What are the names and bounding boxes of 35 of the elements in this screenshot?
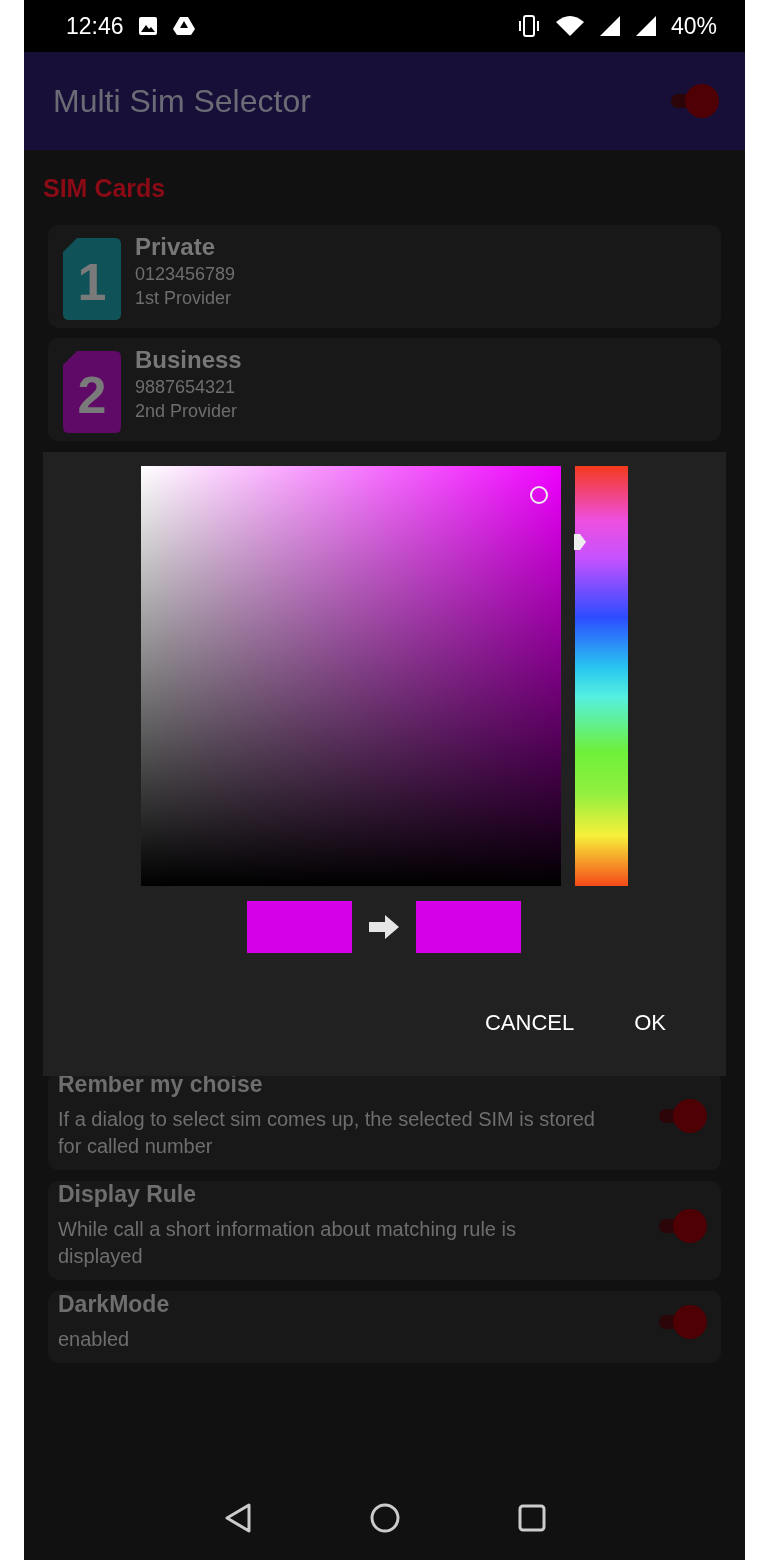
app-title: Multi Sim Selector — [53, 82, 312, 120]
provider-name: 1st Provider — [135, 288, 233, 309]
setting-description: While call a short information about matching rule is displayed — [58, 1217, 517, 1269]
setting-description: enabled — [58, 1327, 131, 1352]
wifi-icon — [554, 14, 585, 38]
phone-number: 0123456789 — [135, 264, 236, 285]
hue-slider[interactable] — [575, 466, 628, 886]
clock: 12:46 — [66, 12, 124, 40]
sim-name: Business — [135, 346, 242, 374]
arrow-right-icon — [368, 914, 400, 940]
setting-title: Rember my choise — [58, 1071, 264, 1098]
setting-description: If a dialog to select sim comes up, the selected SIM is stored for called number — [58, 1107, 596, 1159]
home-icon[interactable] — [369, 1503, 400, 1533]
sim-card[interactable]: 2 Business 9887654321 2nd Provider — [48, 338, 721, 441]
image-icon — [137, 16, 158, 36]
phone-number: 9887654321 — [135, 377, 237, 398]
battery-percent: 40% — [670, 12, 717, 40]
vibrate-icon — [516, 14, 541, 38]
sim-card-icon: 2 — [63, 351, 121, 433]
hue-slider-thumb[interactable] — [574, 533, 586, 550]
saturation-value-square[interactable] — [141, 466, 561, 886]
signal-icon — [598, 15, 621, 37]
provider-name: 2nd Provider — [135, 401, 239, 422]
section-title: SIM Cards — [42, 173, 167, 204]
setting-title: Display Rule — [58, 1181, 198, 1208]
sim-card[interactable]: 1 Private 0123456789 1st Provider — [48, 225, 721, 328]
setting-title: DarkMode — [58, 1291, 171, 1318]
dialog-button[interactable]: CANCEL — [464, 998, 595, 1048]
recents-icon[interactable] — [517, 1504, 546, 1532]
sim-card-icon: 1 — [63, 238, 121, 320]
sim-name: Private — [135, 233, 217, 261]
dialog-button[interactable]: OK — [614, 998, 686, 1048]
triangle-icon — [171, 16, 196, 36]
back-icon[interactable] — [223, 1503, 252, 1533]
signal-icon — [634, 15, 657, 37]
